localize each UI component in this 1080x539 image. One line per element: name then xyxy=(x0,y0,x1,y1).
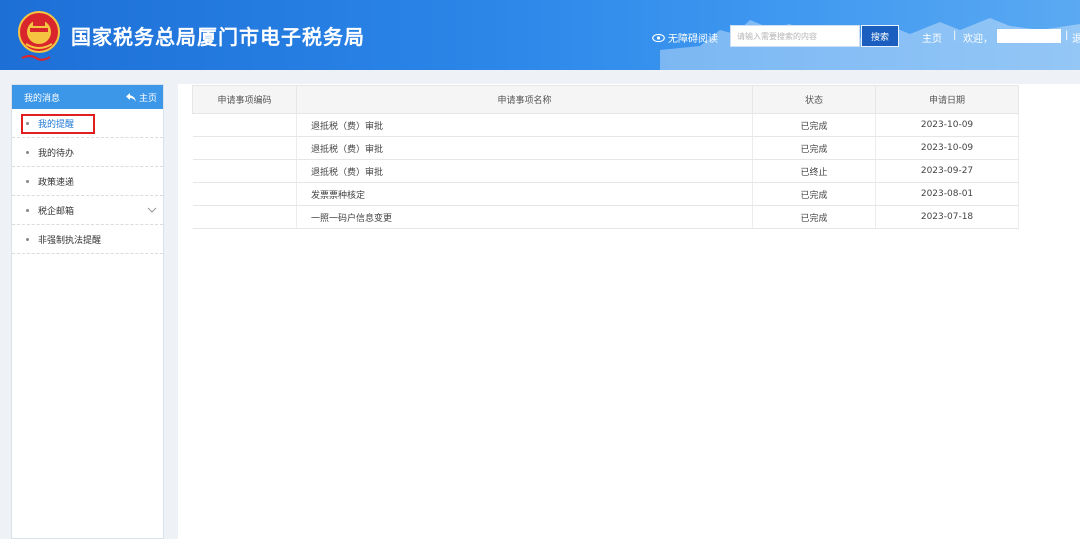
chevron-down-icon[interactable] xyxy=(147,205,157,215)
exit-link[interactable]: 退 xyxy=(1072,30,1080,45)
cell-code xyxy=(192,159,297,183)
cell-date: 2023-07-18 xyxy=(875,205,1019,229)
cell-status: 已终止 xyxy=(752,159,876,183)
cell-date: 2023-09-27 xyxy=(875,159,1019,183)
applications-table-wrap: 申请事项编码 申请事项名称 状态 申请日期 退抵税（费）审批 已完成 2023-… xyxy=(192,85,1019,229)
sidebar-item-label: 税企邮箱 xyxy=(38,206,75,217)
table-header-row: 申请事项编码 申请事项名称 状态 申请日期 xyxy=(192,85,1019,114)
column-header-name: 申请事项名称 xyxy=(296,85,753,114)
cell-name: 退抵税（费）审批 xyxy=(296,159,753,183)
table-row[interactable]: 退抵税（费）审批 已完成 2023-10-09 xyxy=(192,136,1019,160)
nav-home-link[interactable]: 主页 xyxy=(922,30,942,45)
sidebar-item-label: 非强制执法提醒 xyxy=(38,235,102,246)
cell-date: 2023-08-01 xyxy=(875,182,1019,206)
cell-code xyxy=(192,182,297,206)
bullet-icon xyxy=(26,237,29,241)
top-header: 国家税务总局厦门市电子税务局 无障碍阅读 搜索 主页 | 欢迎， | 退 xyxy=(0,0,1080,70)
cell-date: 2023-10-09 xyxy=(875,113,1019,137)
sidebar-item-label: 我的待办 xyxy=(38,148,75,159)
bullet-icon xyxy=(26,208,29,212)
column-header-date: 申请日期 xyxy=(875,85,1019,114)
sidebar-item-my-todos[interactable]: 我的待办 xyxy=(12,138,163,167)
highlight-annotation-box xyxy=(21,114,95,134)
sidebar-title: 我的消息 xyxy=(24,93,61,104)
table-row[interactable]: 发票票种核定 已完成 2023-08-01 xyxy=(192,182,1019,206)
cell-status: 已完成 xyxy=(752,182,876,206)
table-row[interactable]: 退抵税（费）审批 已终止 2023-09-27 xyxy=(192,159,1019,183)
sidebar-item-tax-mailbox[interactable]: 税企邮箱 xyxy=(12,196,163,225)
cell-name: 一照一码户信息变更 xyxy=(296,205,753,229)
bullet-icon xyxy=(26,150,29,154)
search-button[interactable]: 搜索 xyxy=(861,25,899,47)
table-row[interactable]: 退抵税（费）审批 已完成 2023-10-09 xyxy=(192,113,1019,137)
cell-name: 退抵税（费）审批 xyxy=(296,113,753,137)
site-title: 国家税务总局厦门市电子税务局 xyxy=(71,25,365,49)
cell-name: 发票票种核定 xyxy=(296,182,753,206)
applications-table: 申请事项编码 申请事项名称 状态 申请日期 退抵税（费）审批 已完成 2023-… xyxy=(192,85,1019,229)
cell-status: 已完成 xyxy=(752,205,876,229)
nav-separator-2: | xyxy=(1065,30,1069,41)
cell-code xyxy=(192,205,297,229)
cell-status: 已完成 xyxy=(752,136,876,160)
sidebar-home-label: 主页 xyxy=(138,93,157,104)
table-row[interactable]: 一照一码户信息变更 已完成 2023-07-18 xyxy=(192,205,1019,229)
sidebar: 我的消息 主页 我的提醒 我的待办 政策速递 税企邮箱 非强制执法提醒 xyxy=(11,84,164,539)
tax-emblem-logo xyxy=(18,11,60,61)
cell-name: 退抵税（费）审批 xyxy=(296,136,753,160)
welcome-text: 欢迎， xyxy=(963,34,993,45)
cell-status: 已完成 xyxy=(752,113,876,137)
sidebar-item-policy-express[interactable]: 政策速递 xyxy=(12,167,163,196)
cell-code xyxy=(192,136,297,160)
sidebar-item-label: 政策速递 xyxy=(38,177,75,188)
column-header-code: 申请事项编码 xyxy=(192,85,297,114)
username-redacted xyxy=(997,29,1061,43)
accessibility-label: 无障碍阅读 xyxy=(668,34,718,45)
sidebar-home-link[interactable]: 主页 xyxy=(125,91,157,104)
search-input[interactable] xyxy=(730,25,860,47)
cell-code xyxy=(192,113,297,137)
accessibility-reading-link[interactable]: 无障碍阅读 xyxy=(652,30,718,45)
bullet-icon xyxy=(26,179,29,183)
sidebar-header: 我的消息 主页 xyxy=(12,85,163,109)
back-arrow-icon xyxy=(125,92,136,102)
eye-icon xyxy=(652,33,665,42)
main-panel: 申请事项编码 申请事项名称 状态 申请日期 退抵税（费）审批 已完成 2023-… xyxy=(178,84,1080,539)
cell-date: 2023-10-09 xyxy=(875,136,1019,160)
column-header-status: 状态 xyxy=(752,85,876,114)
sidebar-item-non-enforcement-reminder[interactable]: 非强制执法提醒 xyxy=(12,225,163,254)
nav-separator: | xyxy=(953,30,957,41)
